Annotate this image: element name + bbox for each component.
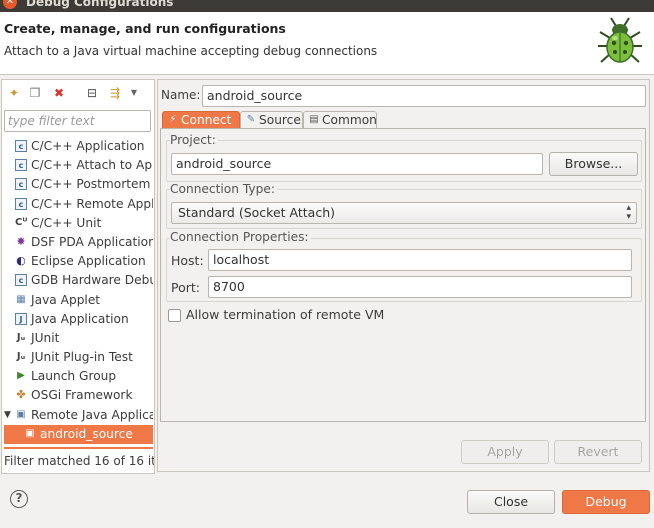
tree-item-junit-plugin[interactable]: Jᵤ JUnit Plug-in Test xyxy=(4,348,153,367)
java-icon: J xyxy=(15,312,27,325)
tree-item-eclipse-application[interactable]: ◐ Eclipse Application xyxy=(4,252,153,271)
tree-item-cpp-postmortem[interactable]: cC/C++ Postmortem Debugger xyxy=(4,175,153,194)
filter-icon[interactable]: ⇶ xyxy=(107,85,123,101)
connect-icon: ⚡ xyxy=(169,114,177,125)
connection-type-select[interactable]: Standard (Socket Attach) ▴ ▾ xyxy=(171,202,637,224)
select-arrows-icon: ▴ ▾ xyxy=(626,203,631,222)
port-field[interactable]: 8700 xyxy=(208,276,632,298)
source-icon: ✎ xyxy=(246,114,256,125)
apply-button[interactable]: Apply xyxy=(461,440,549,464)
tab-source[interactable]: ✎ Source xyxy=(240,111,303,129)
tab-connect[interactable]: ⚡ Connect xyxy=(162,111,240,129)
collapse-all-icon[interactable]: ⊟ xyxy=(84,85,100,101)
osgi-icon: ✤ xyxy=(16,388,26,402)
tree-item-launch-group[interactable]: ▶ Launch Group xyxy=(4,367,153,386)
tab-common[interactable]: ▤ Common xyxy=(303,111,377,129)
port-label: Port: xyxy=(171,280,200,295)
junit-icon: Jᵤ xyxy=(16,351,26,363)
tree-item-cpp-application[interactable]: c C/C++ Application xyxy=(4,137,153,156)
header-title: Create, manage, and run configurations xyxy=(4,21,286,36)
new-config-icon[interactable]: ✦ xyxy=(6,85,22,101)
allow-termination-label: Allow termination of remote VM xyxy=(186,307,385,322)
common-icon: ▤ xyxy=(309,114,319,125)
tree-item-android-source[interactable]: ▣ android_source xyxy=(4,424,153,444)
tree-item-cpp-attach[interactable]: cC/C++ Attach to Application xyxy=(4,156,153,175)
launch-icon: ▶ xyxy=(17,370,25,382)
filter-field[interactable] xyxy=(4,110,151,132)
junit-icon: Jᵤ xyxy=(16,331,26,343)
connection-properties-label: Connection Properties: xyxy=(170,230,311,244)
expand-triangle-icon[interactable]: ▼ xyxy=(4,406,11,425)
eclipse-icon: ◐ xyxy=(16,254,26,268)
dialog-header: Create, manage, and run configurations A… xyxy=(0,12,654,75)
tree-item-junit[interactable]: Jᵤ JUnit xyxy=(4,329,153,348)
c-config-icon: c xyxy=(15,159,27,172)
connection-type-label: Connection Type: xyxy=(170,182,277,196)
help-icon[interactable]: ? xyxy=(10,490,28,508)
tree-item-dsf-pda[interactable]: ✸ DSF PDA Application xyxy=(4,233,153,252)
tree-item-java-applet[interactable]: ▦ Java Applet xyxy=(4,291,153,310)
project-label: Project: xyxy=(170,133,218,147)
host-field[interactable]: localhost xyxy=(208,249,632,271)
close-button[interactable]: Close xyxy=(467,490,555,514)
allow-termination-checkbox[interactable] xyxy=(168,309,181,322)
tree-item-remote-java[interactable]: ▼▣Remote Java Application xyxy=(4,406,153,425)
selection-underline xyxy=(4,447,153,449)
delete-icon[interactable]: ✖ xyxy=(51,85,67,101)
debug-bug-icon xyxy=(598,17,642,63)
tree-item-java-application[interactable]: J Java Application xyxy=(4,310,153,329)
dsf-icon: ✸ xyxy=(16,234,26,248)
c-config-icon: c xyxy=(15,197,27,210)
remote-java-icon: ▣ xyxy=(16,408,26,420)
duplicate-icon[interactable]: ❐ xyxy=(27,85,43,101)
browse-button[interactable]: Browse... xyxy=(549,152,638,176)
tree-item-gdb-hardware[interactable]: cGDB Hardware Debugging xyxy=(4,271,153,290)
filter-input[interactable] xyxy=(8,112,148,130)
cunit-icon: Cᵁ xyxy=(15,216,28,228)
tree-item-cpp-unit[interactable]: Cᵁ C/C++ Unit xyxy=(4,214,153,233)
dropdown-arrow-icon[interactable]: ▼ xyxy=(126,85,142,101)
name-label: Name: xyxy=(161,88,201,102)
remote-java-icon: ▣ xyxy=(25,427,35,439)
name-field[interactable]: android_source xyxy=(202,85,646,107)
applet-icon: ▦ xyxy=(16,293,26,305)
tree-item-osgi-framework[interactable]: ✤ OSGi Framework xyxy=(4,386,153,405)
window-titlebar: ✕ Debug Configurations xyxy=(0,0,654,12)
revert-button[interactable]: Revert xyxy=(554,440,642,464)
c-config-icon: c xyxy=(15,178,27,191)
close-window-button[interactable]: ✕ xyxy=(3,0,17,9)
window-title: Debug Configurations xyxy=(26,0,174,9)
configuration-tree: cC/C++ Application cC/C++ Attach to Appl… xyxy=(4,137,153,444)
c-config-icon: c xyxy=(15,140,27,152)
header-subtitle: Attach to a Java virtual machine accepti… xyxy=(4,44,378,58)
c-config-icon: c xyxy=(15,274,27,287)
project-field[interactable]: android_source xyxy=(171,153,543,175)
filter-status: Filter matched 16 of 16 items xyxy=(4,454,154,468)
debug-button[interactable]: Debug xyxy=(562,490,650,514)
host-label: Host: xyxy=(171,253,204,268)
tree-item-cpp-remote[interactable]: cC/C++ Remote Application xyxy=(4,195,153,214)
